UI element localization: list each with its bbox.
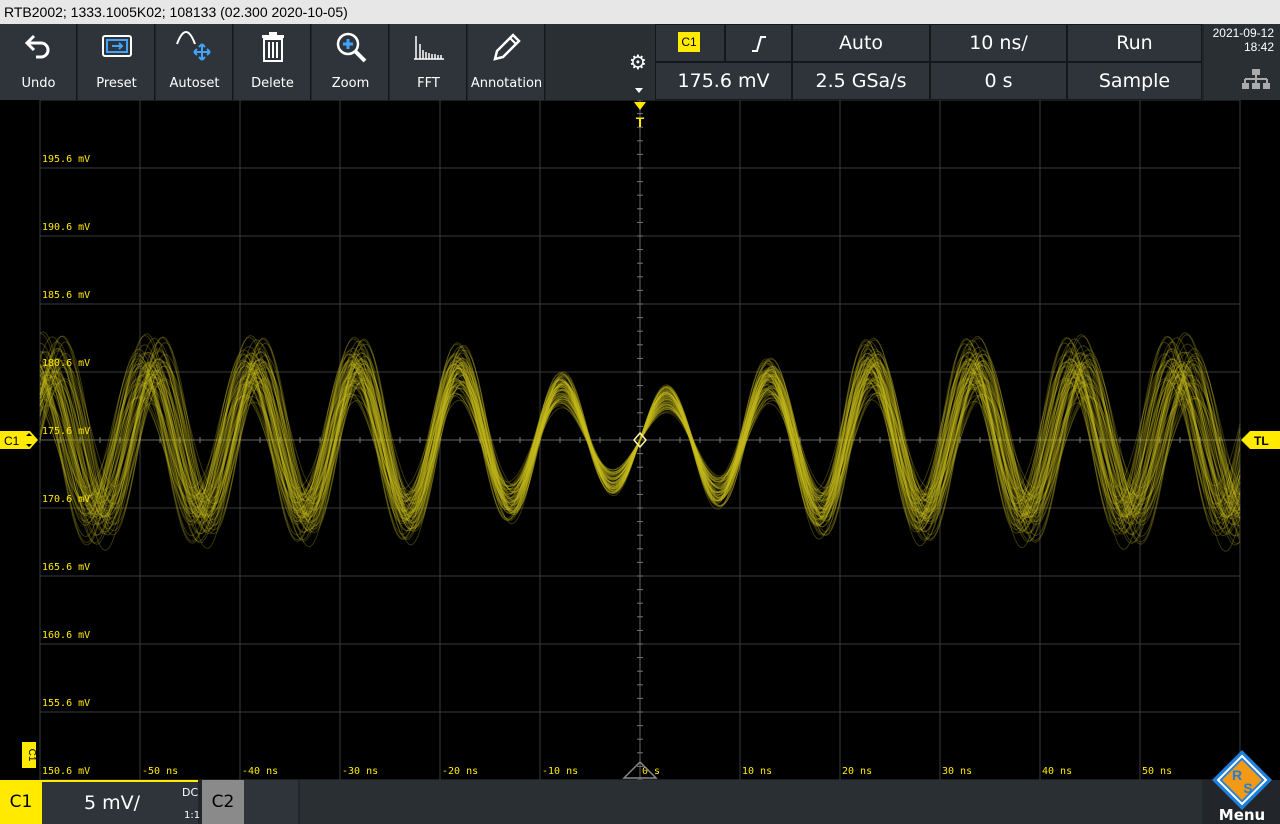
- horizontal-position-cell[interactable]: 0 s: [930, 62, 1067, 100]
- y-tick-label: 190.6 mV: [42, 222, 90, 233]
- trigger-marker-label: T: [636, 114, 645, 130]
- x-axis-labels: -50 ns -40 ns -30 ns -20 ns -10 ns 0 s 10 ns 20…: [142, 766, 1172, 777]
- y-tick-label: 195.6 mV: [42, 154, 90, 165]
- zoom-button[interactable]: Zoom: [312, 24, 389, 100]
- y-tick-label: 155.6 mV: [42, 698, 90, 709]
- datetime-box: 2021-09-12 18:42: [1204, 24, 1280, 100]
- annotation-button[interactable]: Annotation: [468, 24, 545, 100]
- x-tick-label: 40 ns: [1042, 766, 1072, 777]
- channel1-coupling: DC: [182, 786, 199, 799]
- x-tick-label: 30 ns: [942, 766, 972, 777]
- settings-button[interactable]: ⚙: [624, 24, 655, 100]
- fft-label: FFT: [417, 76, 440, 91]
- preset-button[interactable]: Preset: [78, 24, 155, 100]
- channel2-tab[interactable]: C2: [202, 780, 244, 824]
- zoom-label: Zoom: [331, 76, 370, 91]
- acquisition-mode-cell[interactable]: Sample: [1067, 62, 1202, 100]
- channel1-scale: 5 mV/: [84, 792, 141, 814]
- y-tick-label: 170.6 mV: [42, 494, 90, 505]
- dropdown-triangle-icon: [635, 88, 643, 93]
- undo-icon: [0, 30, 77, 64]
- menu-button[interactable]: R S Menu: [1204, 750, 1280, 824]
- trigger-slope-cell[interactable]: [725, 24, 792, 62]
- waveform-canvas[interactable]: 195.6 mV 190.6 mV 185.6 mV 180.6 mV 175.6 mV…: [0, 99, 1280, 781]
- channel-label-tag: C1: [22, 742, 37, 768]
- y-tick-label: 185.6 mV: [42, 290, 90, 301]
- trigger-level-cell[interactable]: 175.6 mV: [655, 62, 792, 100]
- trigger-source-badge: C1: [678, 32, 700, 52]
- rising-edge-icon: [751, 36, 766, 52]
- preset-label: Preset: [96, 76, 137, 91]
- network-icon: [1242, 69, 1270, 89]
- y-tick-label: 150.6 mV: [42, 766, 90, 777]
- channel-offset-marker-label: C1: [4, 434, 20, 448]
- channel-offset-marker[interactable]: C1: [0, 431, 38, 449]
- timebase-cell[interactable]: 10 ns/: [930, 24, 1067, 62]
- autoset-icon: [156, 30, 233, 64]
- y-tick-label: 180.6 mV: [42, 358, 90, 369]
- run-state-cell[interactable]: Run: [1067, 24, 1202, 62]
- y-tick-label: 175.6 mV: [42, 426, 90, 437]
- date-text: 2021-09-12: [1212, 26, 1274, 40]
- trash-icon: [234, 30, 311, 64]
- time-text: 18:42: [1243, 40, 1274, 54]
- channel1-scale-box[interactable]: 5 mV/ DC 1:1: [42, 780, 201, 824]
- x-tick-label: -40 ns: [242, 766, 278, 777]
- channel-label-tag-text: C1: [26, 749, 37, 762]
- gear-icon: ⚙: [629, 50, 647, 74]
- trigger-mode-cell[interactable]: Auto: [792, 24, 930, 62]
- svg-text:S: S: [1243, 780, 1252, 796]
- rs-logo-icon: R S: [1212, 750, 1272, 810]
- svg-text:R: R: [1232, 767, 1242, 783]
- channel1-tab[interactable]: C1: [0, 780, 42, 824]
- fft-button[interactable]: FFT: [390, 24, 467, 100]
- bottom-status-area: [300, 780, 1202, 824]
- trigger-level-marker[interactable]: TL: [1241, 431, 1280, 449]
- fft-icon: [390, 30, 467, 64]
- channel2-area[interactable]: [244, 780, 298, 824]
- sample-rate-cell[interactable]: 2.5 GSa/s: [792, 62, 930, 100]
- x-tick-label: -30 ns: [342, 766, 378, 777]
- trigger-level-marker-label: TL: [1254, 434, 1269, 448]
- bottom-bar: C1 5 mV/ DC 1:1 C2 R S Menu: [0, 750, 1280, 824]
- toolbar-empty-slot: [546, 24, 624, 100]
- delete-label: Delete: [251, 76, 294, 91]
- x-tick-label: -50 ns: [142, 766, 178, 777]
- preset-icon: [78, 30, 155, 64]
- delete-button[interactable]: Delete: [234, 24, 311, 100]
- channel1-probe: 1:1: [184, 810, 201, 821]
- zoom-icon: [312, 30, 389, 64]
- title-text: RTB2002; 1333.1005K02; 108133 (02.300 20…: [4, 4, 348, 20]
- x-tick-label: 50 ns: [1142, 766, 1172, 777]
- x-tick-label: -10 ns: [542, 766, 578, 777]
- x-tick-label: 20 ns: [842, 766, 872, 777]
- annotation-label: Annotation: [470, 76, 543, 91]
- undo-label: Undo: [21, 76, 56, 91]
- y-tick-label: 165.6 mV: [42, 562, 90, 573]
- autoset-label: Autoset: [169, 76, 220, 91]
- menu-label: Menu: [1218, 806, 1266, 824]
- waveform-display[interactable]: 195.6 mV 190.6 mV 185.6 mV 180.6 mV 175.6 mV…: [0, 99, 1280, 781]
- title-bar: RTB2002; 1333.1005K02; 108133 (02.300 20…: [0, 0, 1280, 24]
- trigger-position-marker[interactable]: T: [634, 102, 646, 130]
- undo-button[interactable]: Undo: [0, 24, 77, 100]
- y-tick-label: 160.6 mV: [42, 630, 90, 641]
- x-tick-label: -20 ns: [442, 766, 478, 777]
- pencil-icon: [468, 30, 545, 64]
- autoset-button[interactable]: Autoset: [156, 24, 233, 100]
- x-tick-label: 10 ns: [742, 766, 772, 777]
